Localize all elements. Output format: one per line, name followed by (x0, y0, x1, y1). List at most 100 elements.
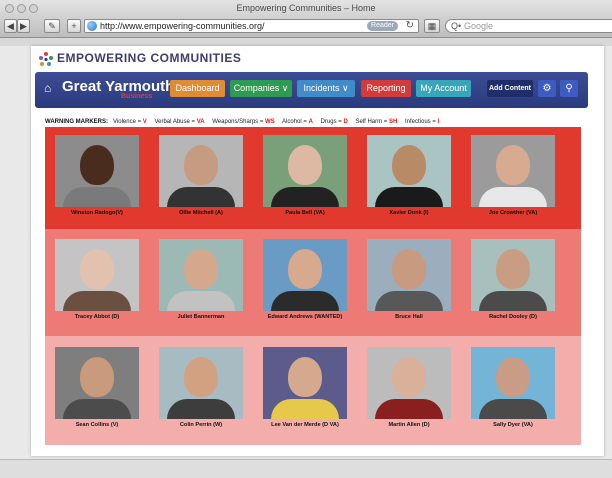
person-face (288, 145, 322, 185)
person-photo[interactable] (159, 347, 243, 419)
person-card[interactable]: Tracey Abbot (D) (55, 239, 139, 320)
tab-overview-button[interactable]: ▦ (424, 19, 440, 33)
person-card[interactable]: Rachel Dooley (D) (471, 239, 555, 320)
web-page: EMPOWERING COMMUNITIES ⌂ Great Yarmouth … (31, 46, 604, 456)
my-account-button[interactable]: My Account (416, 80, 471, 97)
person-shoulders (271, 187, 339, 207)
url-text[interactable]: http://www.empowering-communities.org/ (100, 20, 265, 32)
home-icon[interactable]: ⌂ (44, 81, 51, 95)
person-face (80, 357, 114, 397)
back-arrow-icon: ◀ (7, 21, 14, 31)
person-photo[interactable] (55, 347, 139, 419)
person-name[interactable]: Bruce Hall (359, 314, 459, 320)
pencil-icon: ✎ (48, 21, 56, 31)
warning-markers-heading: WARNING MARKERS: (45, 119, 108, 125)
person-card[interactable]: Ollie Mitchell (A) (159, 135, 243, 216)
person-face (80, 145, 114, 185)
person-face (496, 357, 530, 397)
incidents-menu[interactable]: Incidents ∨ (297, 80, 355, 97)
person-name[interactable]: Juliet Bannerman (151, 314, 251, 320)
person-photo[interactable] (471, 135, 555, 207)
person-name[interactable]: Lee Van der Merde (D VA) (255, 422, 355, 428)
person-name[interactable]: Martin Allen (D) (359, 422, 459, 428)
person-name[interactable]: Xavier Donk (I) (359, 210, 459, 216)
town-name[interactable]: Great Yarmouth (62, 78, 174, 95)
search-icon[interactable]: ⚲ (560, 80, 578, 97)
person-name[interactable]: Sally Dyer (VA) (463, 422, 563, 428)
person-photo[interactable] (471, 347, 555, 419)
person-face (184, 249, 218, 289)
person-card[interactable]: Colin Perrin (W) (159, 347, 243, 428)
person-photo[interactable] (263, 347, 347, 419)
person-photo[interactable] (367, 135, 451, 207)
bookmark-strip (0, 38, 612, 46)
person-card[interactable]: Juliet Bannerman (159, 239, 243, 320)
person-card[interactable]: Paula Bell (VA) (263, 135, 347, 216)
marker-self-harm: Self Harm = SH (355, 119, 398, 125)
person-name[interactable]: Tracey Abbot (D) (47, 314, 147, 320)
person-card[interactable]: Xavier Donk (I) (367, 135, 451, 216)
person-photo[interactable] (55, 239, 139, 311)
people-grid: Winston Radogo(V) Ollie Mitchell (A) Paula… (45, 127, 581, 445)
person-card[interactable]: Winston Radogo(V) (55, 135, 139, 216)
person-face (288, 249, 322, 289)
wrench-icon[interactable]: ⚙ (538, 80, 556, 97)
person-face (392, 249, 426, 289)
marker-violence: Violence = V (113, 119, 147, 125)
person-shoulders (167, 187, 235, 207)
address-bar[interactable]: http://www.empowering-communities.org/ R… (84, 19, 419, 33)
person-face (392, 145, 426, 185)
person-face (496, 145, 530, 185)
person-face (80, 249, 114, 289)
person-card[interactable]: Sally Dyer (VA) (471, 347, 555, 428)
person-photo[interactable] (367, 347, 451, 419)
person-photo[interactable] (263, 239, 347, 311)
person-card[interactable]: Sean Collins (V) (55, 347, 139, 428)
forward-arrow-icon: ▶ (20, 21, 27, 31)
person-name[interactable]: Colin Perrin (W) (151, 422, 251, 428)
person-photo[interactable] (159, 239, 243, 311)
person-name[interactable]: Joe Crowther (VA) (463, 210, 563, 216)
marker-drugs: Drugs = D (320, 119, 348, 125)
main-navbar: ⌂ Great Yarmouth Business Dashboard Comp… (35, 72, 588, 108)
person-photo[interactable] (55, 135, 139, 207)
person-shoulders (479, 399, 547, 419)
person-card[interactable]: Edward Andrews (WANTED) (263, 239, 347, 320)
browser-chrome: Empowering Communities – Home ◀ ▶ ✎ + ht… (0, 0, 612, 38)
person-card[interactable]: Joe Crowther (VA) (471, 135, 555, 216)
person-name[interactable]: Ollie Mitchell (A) (151, 210, 251, 216)
person-name[interactable]: Rachel Dooley (D) (463, 314, 563, 320)
search-field[interactable]: Q• Google (445, 19, 612, 33)
person-shoulders (63, 187, 131, 207)
person-name[interactable]: Edward Andrews (WANTED) (255, 314, 355, 320)
forward-button[interactable]: ▶ (17, 19, 30, 33)
back-button[interactable]: ◀ (4, 19, 17, 33)
person-card[interactable]: Lee Van der Merde (D VA) (263, 347, 347, 428)
marker-weapons: Weapons/Sharps = WS (212, 119, 275, 125)
window-icon: ▦ (427, 21, 437, 31)
person-photo[interactable] (159, 135, 243, 207)
add-content-button[interactable]: Add Content (487, 80, 533, 97)
logo-icon (39, 52, 53, 66)
plus-icon: + (71, 21, 77, 31)
person-face (184, 357, 218, 397)
add-bookmark-button[interactable]: + (67, 19, 81, 33)
companies-menu[interactable]: Companies ∨ (230, 80, 292, 97)
person-name[interactable]: Winston Radogo(V) (47, 210, 147, 216)
person-photo[interactable] (471, 239, 555, 311)
reload-icon[interactable]: ↻ (406, 20, 414, 32)
person-name[interactable]: Paula Bell (VA) (255, 210, 355, 216)
town-subtitle: Business (121, 93, 153, 100)
reporting-button[interactable]: Reporting (361, 80, 411, 97)
edit-button[interactable]: ✎ (44, 19, 60, 33)
dashboard-button[interactable]: Dashboard (170, 80, 225, 97)
person-photo[interactable] (367, 239, 451, 311)
person-shoulders (63, 399, 131, 419)
person-name[interactable]: Sean Collins (V) (47, 422, 147, 428)
reader-button[interactable]: Reader (367, 21, 398, 31)
person-photo[interactable] (263, 135, 347, 207)
person-card[interactable]: Bruce Hall (367, 239, 451, 320)
marker-alcohol: Alcohol = A (282, 119, 313, 125)
person-face (496, 249, 530, 289)
person-card[interactable]: Martin Allen (D) (367, 347, 451, 428)
